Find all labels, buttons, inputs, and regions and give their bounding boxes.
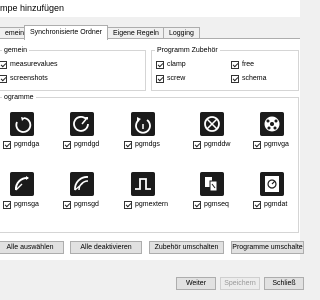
checkbox-pgmdat[interactable]: pgmdat: [253, 200, 287, 209]
cards-sequence-icon: [200, 172, 224, 196]
close-button[interactable]: Schließ: [264, 277, 304, 290]
checkbox-clamp[interactable]: clamp: [156, 60, 186, 69]
checkbox-schema[interactable]: schema: [231, 74, 267, 83]
window-title: mpe hinzufügen: [0, 3, 65, 13]
program-pgmseq: pgmseq: [193, 172, 243, 227]
group-accessories: Programm Zubehör clamp free screw schema: [151, 46, 299, 91]
arc-arrow-icon: [10, 172, 34, 196]
program-pgmextern: pgmextern: [124, 172, 174, 227]
checkbox-screenshots-box[interactable]: [0, 74, 7, 83]
checkbox-pgmsga-label: pgmsga: [14, 201, 39, 208]
checkbox-free[interactable]: free: [231, 60, 254, 69]
select-all-button[interactable]: Alle auswählen: [0, 241, 64, 254]
program-pgmdga: pgmdga: [3, 112, 53, 167]
checkbox-pgmddw[interactable]: pgmddw: [193, 140, 230, 149]
checkbox-pgmextern-label: pgmextern: [135, 201, 169, 208]
next-button[interactable]: Weiter: [176, 277, 216, 290]
checkbox-screenshots[interactable]: screenshots: [0, 74, 48, 83]
double-arc-icon: [70, 172, 94, 196]
checkbox-clamp-box[interactable]: [156, 60, 164, 69]
checkbox-pgmddw-box[interactable]: [193, 140, 201, 149]
checkbox-pgmdgs-box[interactable]: [124, 140, 132, 149]
checkbox-pgmdat-label: pgmdat: [264, 201, 288, 208]
tab-strip: emein Synchronisierte Ordner Eigene Rege…: [0, 25, 300, 40]
refresh-dial-icon: [131, 112, 155, 136]
deselect-all-button[interactable]: Alle deaktivieren: [70, 241, 142, 254]
pulse-step-icon: [131, 172, 155, 196]
checkbox-pgmvga[interactable]: pgmvga: [253, 140, 289, 149]
checkbox-pgmsga-box[interactable]: [3, 200, 11, 209]
checkbox-free-box[interactable]: [231, 60, 239, 69]
checkbox-pgmdgd-label: pgmdgd: [74, 141, 100, 148]
program-pgmsgd: pgmsgd: [63, 172, 113, 227]
checkbox-measurevalues[interactable]: measurevalues: [0, 60, 57, 69]
checkbox-free-label: free: [242, 61, 255, 68]
circular-arrow-icon: [10, 112, 34, 136]
program-pgmdgd: pgmdgd: [63, 112, 113, 167]
checkbox-pgmsgd[interactable]: pgmsgd: [63, 200, 99, 209]
group-general-title: gemein: [2, 46, 29, 55]
group-accessories-title: Programm Zubehör: [155, 46, 220, 55]
checkbox-pgmdgd[interactable]: pgmdgd: [63, 140, 99, 149]
checkbox-pgmvga-box[interactable]: [253, 140, 261, 149]
checkbox-pgmsgd-box[interactable]: [63, 200, 71, 209]
toggle-programs-button[interactable]: Programme umschalte: [231, 241, 304, 254]
checkbox-pgmextern-box[interactable]: [124, 200, 132, 209]
checkbox-screw-box[interactable]: [156, 74, 164, 83]
checkbox-pgmdgd-box[interactable]: [63, 140, 71, 149]
checkbox-pgmvga-label: pgmvga: [264, 141, 289, 148]
toggle-accessories-button[interactable]: Zubehör umschalten: [149, 241, 224, 254]
program-pgmdgs: pgmdgs: [124, 112, 174, 167]
checkbox-schema-box[interactable]: [231, 74, 239, 83]
checkbox-pgmextern[interactable]: pgmextern: [124, 200, 168, 209]
rotate-dial-icon: [70, 112, 94, 136]
checkbox-pgmddw-label: pgmddw: [204, 141, 231, 148]
checkbox-measurevalues-box[interactable]: [0, 60, 7, 69]
tab-synced-folders[interactable]: Synchronisierte Ordner: [24, 25, 108, 40]
checkbox-pgmdgs-label: pgmdgs: [135, 141, 160, 148]
checkbox-pgmdga-label: pgmdga: [14, 141, 40, 148]
group-programs: ogramme pgmdga pgmdgd pgmdgs pgmddw pgmv…: [0, 93, 299, 233]
title-bar: mpe hinzufügen: [0, 0, 300, 17]
crossed-circle-icon: [200, 112, 224, 136]
checkbox-pgmdga[interactable]: pgmdga: [3, 140, 39, 149]
save-button[interactable]: Speichern: [220, 277, 260, 290]
checkbox-screw-label: screw: [167, 75, 186, 82]
document-dial-icon: [260, 172, 284, 196]
checkbox-pgmseq[interactable]: pgmseq: [193, 200, 229, 209]
checkbox-schema-label: schema: [242, 75, 267, 82]
checkbox-screenshots-label: screenshots: [10, 75, 48, 82]
checkbox-measurevalues-label: measurevalues: [10, 61, 58, 68]
checkbox-pgmdat-box[interactable]: [253, 200, 261, 209]
checkbox-pgmdgs[interactable]: pgmdgs: [124, 140, 160, 149]
program-pgmdat: pgmdat: [253, 172, 303, 227]
checkbox-pgmseq-label: pgmseq: [204, 201, 229, 208]
tab-content: gemein measurevalues screenshots Program…: [0, 38, 304, 260]
checkbox-screw[interactable]: screw: [156, 74, 185, 83]
checkbox-pgmseq-box[interactable]: [193, 200, 201, 209]
program-pgmddw: pgmddw: [193, 112, 243, 167]
program-pgmsga: pgmsga: [3, 172, 53, 227]
checkbox-pgmsga[interactable]: pgmsga: [3, 200, 39, 209]
group-programs-title: ogramme: [2, 93, 36, 102]
checkbox-pgmdga-box[interactable]: [3, 140, 11, 149]
ball-icon: [260, 112, 284, 136]
group-general: gemein measurevalues screenshots: [0, 46, 146, 91]
checkbox-clamp-label: clamp: [167, 61, 186, 68]
program-pgmvga: pgmvga: [253, 112, 303, 167]
checkbox-pgmsgd-label: pgmsgd: [74, 201, 99, 208]
